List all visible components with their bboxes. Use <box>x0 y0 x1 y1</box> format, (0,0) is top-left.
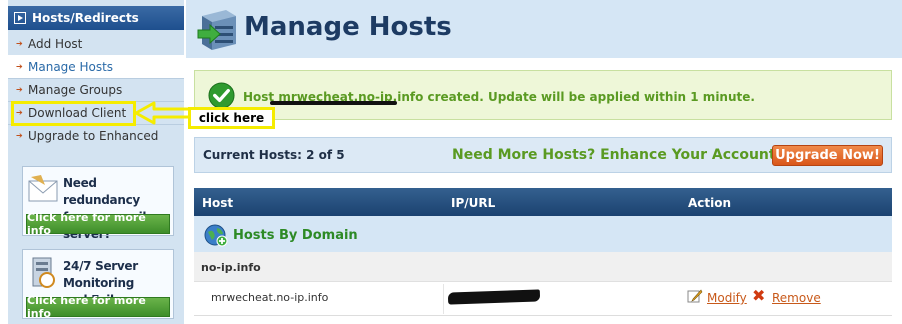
success-suffix: created. Update will be applied within 1… <box>423 90 755 104</box>
promo-server-monitoring: 24/7 Server Monitoring and Failover Clic… <box>22 249 174 320</box>
sidebar-item-add-host[interactable]: ➔ Add Host <box>8 32 184 55</box>
host-name-cell: mrwecheat.no-ip.info <box>211 291 329 304</box>
underline-annotation <box>270 101 397 105</box>
page: Hosts/Redirects ➔ Add Host ➔ Manage Host… <box>0 0 902 324</box>
current-hosts-label: Current Hosts: <box>203 148 307 162</box>
current-hosts-count: Current Hosts: 2 of 5 <box>203 148 345 162</box>
remove-link[interactable]: Remove <box>772 291 821 305</box>
sidebar-item-label: Manage Hosts <box>28 59 114 74</box>
arrow-icon: ➔ <box>16 62 23 71</box>
arrow-icon: ➔ <box>16 85 23 94</box>
upgrade-now-button[interactable]: Upgrade Now! <box>772 145 883 166</box>
column-host: Host <box>202 196 234 210</box>
hosts-total: 5 <box>336 148 345 162</box>
server-icon <box>197 10 236 50</box>
globe-icon <box>204 224 228 247</box>
arrow-icon: ➔ <box>16 131 23 140</box>
sidebar-item-label: Add Host <box>28 36 83 51</box>
remove-x-icon[interactable]: ✖ <box>752 288 765 304</box>
sidebar-item-manage-groups[interactable]: ➔ Manage Groups <box>8 78 184 101</box>
highlight-annotation <box>11 101 136 126</box>
monitor-icon <box>32 257 55 288</box>
sidebar: Hosts/Redirects ➔ Add Host ➔ Manage Host… <box>8 0 184 324</box>
pencil-icon[interactable] <box>687 289 703 303</box>
page-title: Manage Hosts <box>244 12 452 42</box>
sidebar-header-label: Hosts/Redirects <box>32 11 139 25</box>
enhance-promo-text: Need More Hosts? Enhance Your Account! <box>452 147 782 163</box>
group-label: no-ip.info <box>201 261 261 274</box>
arrow-icon: ➔ <box>16 39 23 48</box>
collapse-icon <box>14 12 26 24</box>
sidebar-item-manage-hosts[interactable]: ➔ Manage Hosts <box>8 55 184 78</box>
sidebar-item-label: Manage Groups <box>28 82 123 97</box>
sidebar-header[interactable]: Hosts/Redirects <box>8 6 184 30</box>
hosts-by-domain-title: Hosts By Domain <box>233 228 358 243</box>
more-info-button[interactable]: Click here for more info <box>26 211 170 237</box>
group-row <box>194 252 892 282</box>
click-here-annotation: click here <box>188 107 275 129</box>
modify-link[interactable]: Modify <box>707 291 747 305</box>
column-ip-url: IP/URL <box>451 196 496 210</box>
envelope-icon <box>28 175 58 202</box>
more-info-button[interactable]: Click here for more info <box>26 294 170 320</box>
of-text: of <box>314 148 337 162</box>
table-header: Host IP/URL Action <box>194 188 892 216</box>
promo-text: Need redundancy <box>63 176 140 207</box>
promo-text: 24/7 Server Monitoring <box>63 259 138 290</box>
column-action: Action <box>688 196 732 210</box>
promo-mail-redundancy: Need redundancy for your mail server? Cl… <box>22 166 174 241</box>
